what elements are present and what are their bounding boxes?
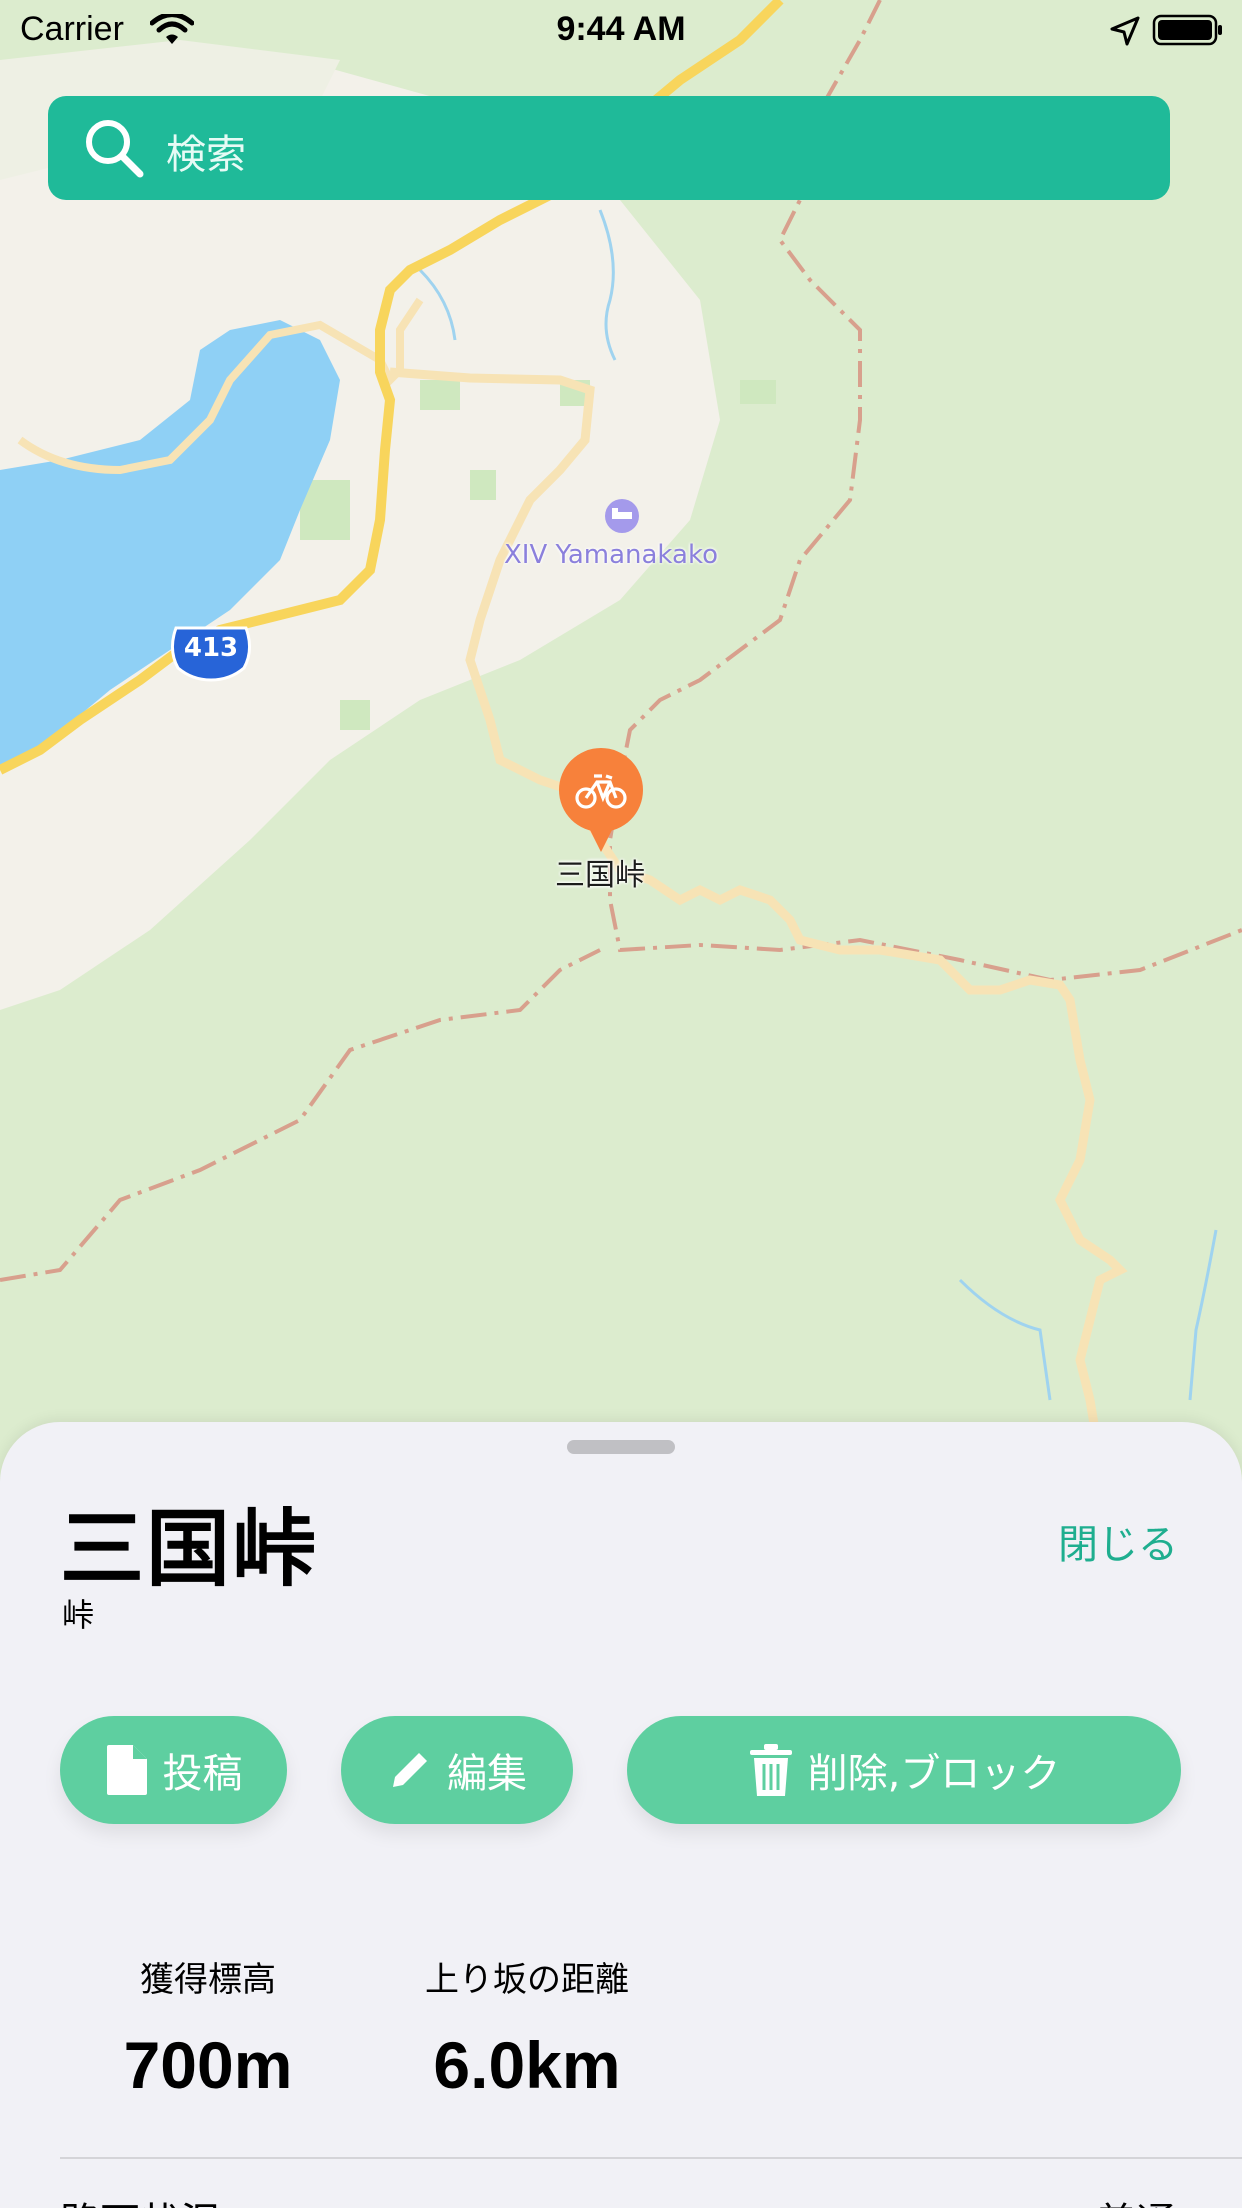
clock: 9:44 AM <box>556 10 686 48</box>
search-bar[interactable]: 検索 <box>48 96 1170 200</box>
pin-label[interactable]: 三国峠 <box>540 850 660 894</box>
poi-label[interactable]: XIV Yamanakako <box>504 540 744 570</box>
stat-value: 6.0km <box>433 2028 621 2102</box>
post-button[interactable]: 投稿 <box>60 1716 287 1824</box>
route-shield: 413 <box>183 633 239 663</box>
app-root: XIV Yamanakako 413 三国峠 Carrier 9:44 AM 検… <box>0 0 1242 2208</box>
detail-sheet: 三国峠 峠 閉じる 投稿 編集 削除,ブロック 獲得標高 700m 上り坂の距離… <box>0 1422 1242 2208</box>
delete-block-button-label: 削除,ブロック <box>807 1751 1061 1797</box>
stat-label: 上り坂の距離 <box>425 1960 629 2000</box>
place-title: 三国峠 <box>60 1500 319 1598</box>
battery-icon <box>1152 14 1222 46</box>
status-bar: Carrier 9:44 AM <box>0 0 1242 60</box>
pencil-icon <box>393 1753 427 1787</box>
sheet-drag-handle[interactable] <box>567 1440 675 1454</box>
edit-button-label: 編集 <box>447 1751 527 1797</box>
trash-icon <box>749 1744 792 1796</box>
edit-button[interactable]: 編集 <box>341 1716 573 1824</box>
stat-value: 700m <box>123 2028 293 2102</box>
document-icon <box>106 1745 147 1795</box>
delete-block-button[interactable]: 削除,ブロック <box>627 1716 1181 1824</box>
road-condition-value: 普通 <box>1096 2190 1176 2208</box>
search-placeholder[interactable]: 検索 <box>166 122 246 180</box>
divider <box>60 2157 1242 2159</box>
place-category: 峠 <box>62 1596 95 1634</box>
road-condition-label: 路面状況 <box>60 2190 220 2208</box>
map-canvas[interactable] <box>0 0 1242 1460</box>
stat-label: 獲得標高 <box>140 1960 276 2000</box>
post-button-label: 投稿 <box>162 1751 243 1797</box>
climb-distance-stat: 上り坂の距離 6.0km <box>404 1952 650 2103</box>
map-view[interactable]: XIV Yamanakako 413 三国峠 <box>0 0 1242 1460</box>
location-arrow-icon <box>1110 16 1140 46</box>
search-icon <box>86 120 144 178</box>
elevation-gain-stat: 獲得標高 700m <box>98 1952 318 2103</box>
close-button[interactable]: 閉じる <box>1058 1512 1178 1570</box>
